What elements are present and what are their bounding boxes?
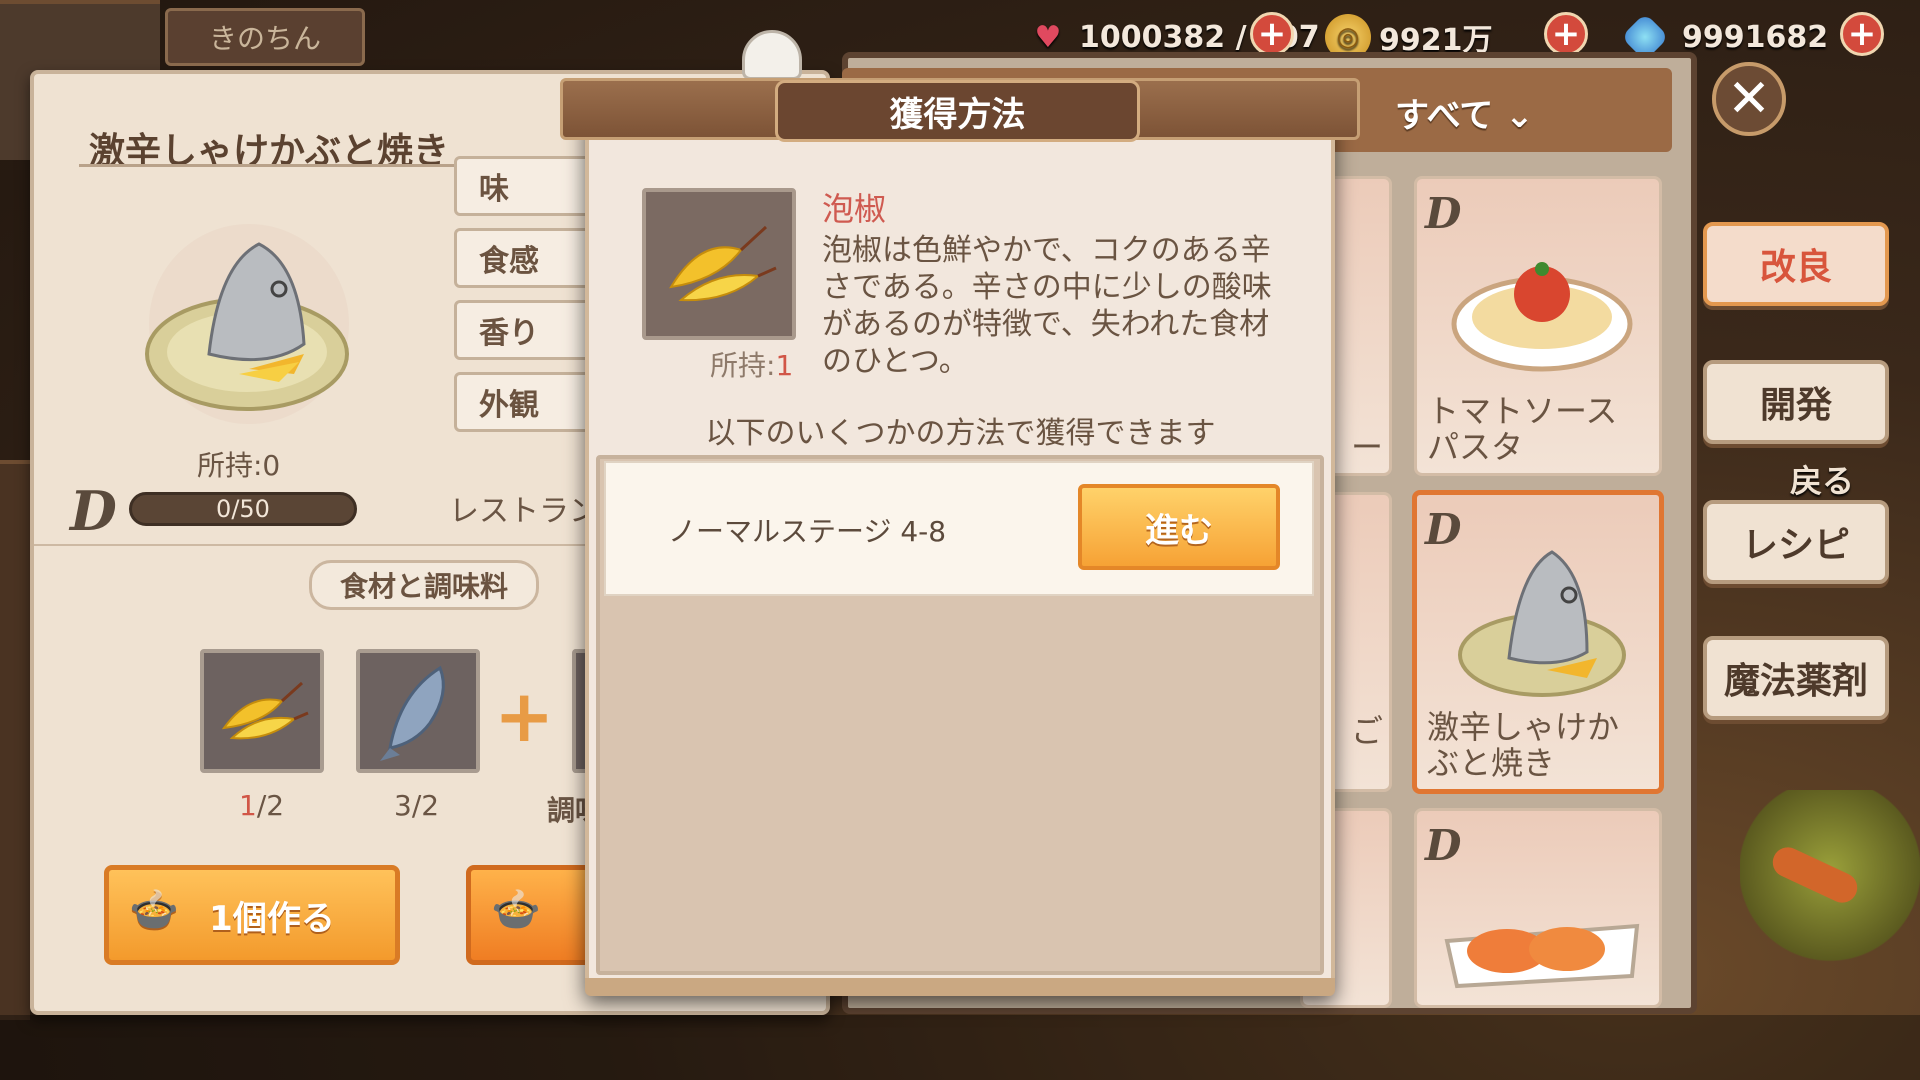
pepper-icon: [669, 225, 777, 302]
game-screen: ♥ 1000382 / 107 + ◎ 9921万 + 9991682 + 激辛…: [0, 0, 1920, 1080]
acquisition-ways-label: 以下のいくつかの方法で獲得できます: [705, 416, 1216, 451]
item-icon-frame: [642, 188, 796, 340]
modal-bottom-edge: [585, 978, 1335, 996]
source-stage-label: ノーマルステージ 4-8: [668, 515, 947, 548]
item-owned-count: 所持:1: [710, 349, 794, 382]
go-button[interactable]: 進む: [1078, 484, 1280, 570]
item-description: 泡椒は色鮮やかで、コクのある辛さである。辛さの中に少しの酸味があるのが特徴で、失…: [822, 233, 1272, 379]
item-name: 泡椒: [822, 190, 887, 228]
modal-title: 獲得方法: [775, 80, 1140, 142]
